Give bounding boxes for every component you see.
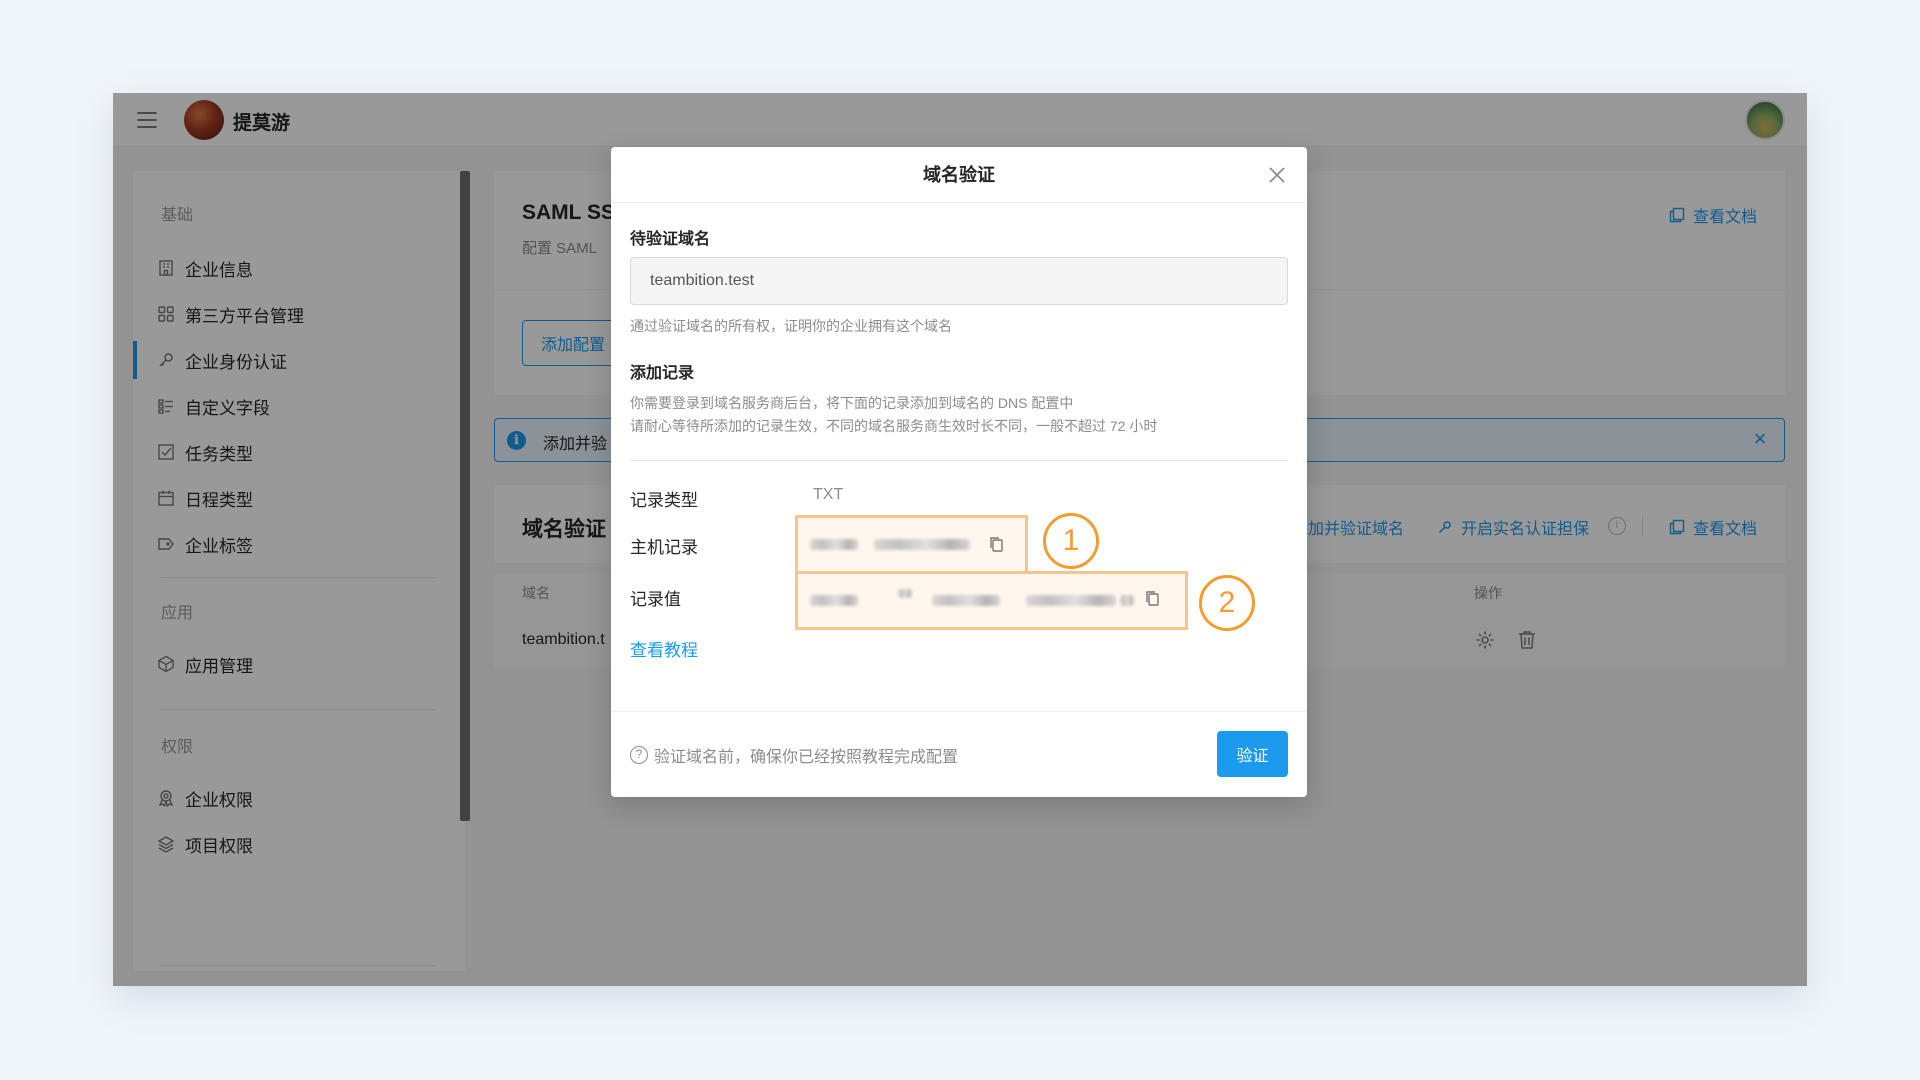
annotation-badge-1: 1: [1043, 513, 1099, 569]
host-record-value-redacted: [810, 539, 858, 550]
record-value-redacted: [1120, 595, 1134, 606]
copy-icon[interactable]: [1144, 590, 1161, 607]
record-value-redacted: [898, 589, 912, 598]
footer-hint: ? 验证域名前，确保你已经按照教程完成配置: [630, 743, 958, 767]
pending-domain-label: 待验证域名: [630, 231, 711, 248]
add-record-label: 添加记录: [630, 365, 695, 382]
host-record-value-redacted: [874, 539, 970, 550]
domain-hint: 通过验证域名的所有权，证明你的企业拥有这个域名: [630, 318, 952, 334]
annotation-badge-2: 2: [1199, 575, 1255, 631]
domain-input[interactable]: [630, 257, 1288, 305]
record-value-label: 记录值: [630, 590, 681, 609]
record-value-redacted: [810, 595, 858, 606]
modal-footer-divider: [611, 711, 1307, 712]
record-value-redacted: [932, 595, 1000, 606]
record-value-redacted: [1026, 595, 1116, 606]
domain-verify-modal: 域名验证 待验证域名 通过验证域名的所有权，证明你的企业拥有这个域名 添加记录 …: [611, 147, 1307, 797]
tutorial-link[interactable]: 查看教程: [630, 636, 698, 661]
record-type-value: TXT: [813, 486, 844, 503]
copy-icon[interactable]: [988, 536, 1005, 553]
question-icon: ?: [630, 746, 648, 764]
record-value-field[interactable]: [795, 571, 1188, 630]
modal-title: 域名验证: [611, 147, 1307, 203]
record-type-label: 记录类型: [630, 491, 698, 510]
add-record-hint-2: 请耐心等待所添加的记录生效，不同的域名服务商生效时长不同，一般不超过 72 小时: [630, 418, 1158, 434]
add-record-hint-1: 你需要登录到域名服务商后台，将下面的记录添加到域名的 DNS 配置中: [630, 395, 1074, 411]
modal-divider: [630, 460, 1288, 461]
close-icon[interactable]: [1265, 163, 1289, 187]
verify-button[interactable]: 验证: [1217, 731, 1288, 777]
host-record-field[interactable]: [795, 515, 1028, 574]
host-record-label: 主机记录: [630, 538, 698, 557]
